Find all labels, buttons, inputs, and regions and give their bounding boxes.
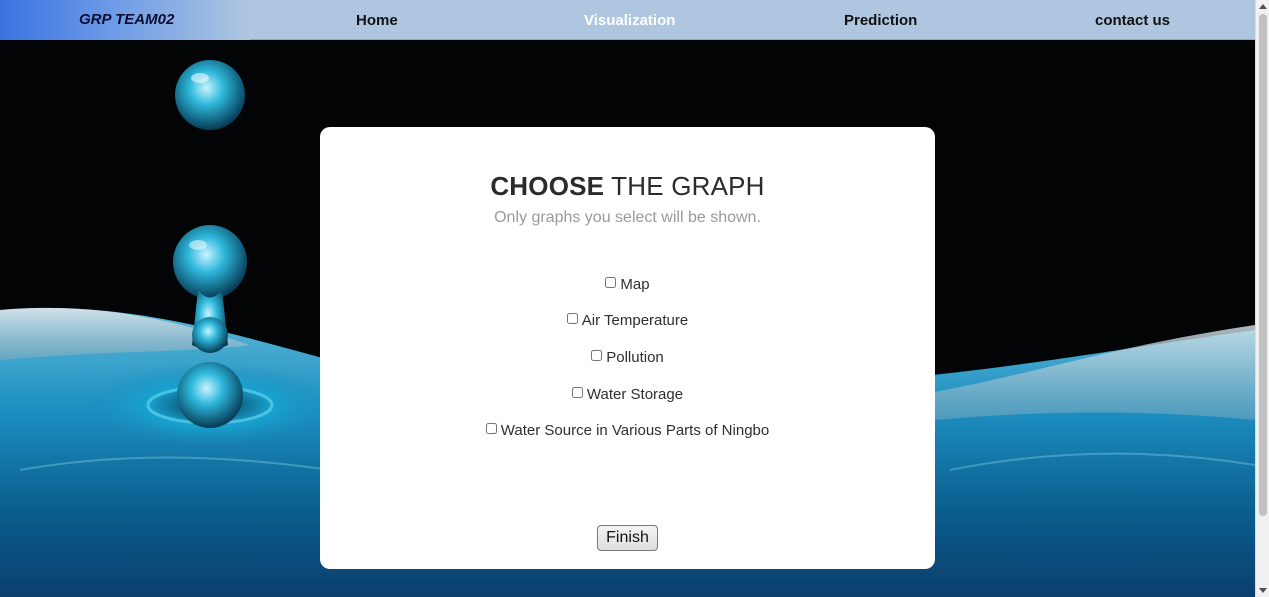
option-map[interactable]: Map [320,274,935,294]
card-title: CHOOSE THE GRAPH [320,171,935,202]
option-label: Water Source in Various Parts of Ningbo [500,422,770,440]
card-subtitle: Only graphs you select will be shown. [494,209,761,226]
option-label: Map [620,275,650,293]
nav-link-home[interactable]: Home [356,12,398,29]
scrollbar-thumb[interactable] [1259,14,1267,516]
top-navbar: GRP TEAM02 Home Visualization Prediction… [0,0,1255,40]
nav-link-visualization[interactable]: Visualization [584,12,675,29]
nav-link-contact-us[interactable]: contact us [1095,12,1170,29]
option-water-source[interactable]: Water Source in Various Parts of Ningbo [320,421,935,441]
nav-link-prediction[interactable]: Prediction [844,12,917,29]
checkbox-air-temperature[interactable] [566,313,578,325]
graph-options-list: Map Air Temperature Pollution Water Stor… [320,274,935,457]
option-air-temperature[interactable]: Air Temperature [320,311,935,331]
finish-button[interactable]: Finish [597,525,658,551]
page-scrollbar[interactable] [1255,0,1269,597]
brand-text: GRP TEAM02 [79,11,175,28]
option-label: Pollution [606,348,664,366]
option-water-storage[interactable]: Water Storage [320,384,935,404]
choose-graph-card: CHOOSE THE GRAPH Only graphs you select … [320,127,935,569]
checkbox-map[interactable] [605,276,617,288]
card-title-strong: CHOOSE [490,171,605,201]
brand-logo[interactable]: GRP TEAM02 [0,0,250,40]
checkbox-water-source[interactable] [485,423,497,435]
option-label: Water Storage [586,385,684,403]
option-pollution[interactable]: Pollution [320,347,935,367]
card-title-rest: THE GRAPH [604,171,765,201]
triangle-up-icon[interactable] [1259,4,1267,9]
triangle-down-icon[interactable] [1259,588,1267,593]
checkbox-water-storage[interactable] [571,386,583,398]
checkbox-pollution[interactable] [591,349,603,361]
option-label: Air Temperature [581,312,689,330]
